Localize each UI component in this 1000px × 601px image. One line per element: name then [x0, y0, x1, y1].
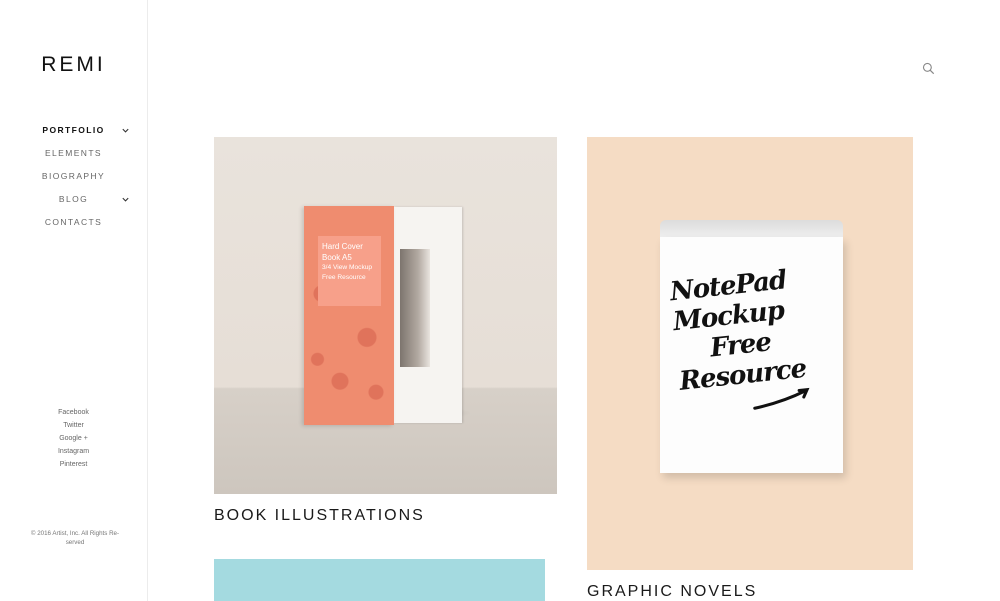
- sidebar: REMI PORTFOLIO ELEMENTS BIOGRAPHY BLOG C…: [0, 0, 148, 601]
- logo[interactable]: REMI: [0, 53, 147, 77]
- book-cover-label: Hard Cover Book A5 3/4 View Mockup Free …: [318, 236, 381, 306]
- book-cover-line: Book A5: [322, 253, 352, 262]
- arrow-doodle-icon: [753, 387, 810, 410]
- nav-item-portfolio[interactable]: PORTFOLIO: [0, 124, 147, 147]
- notepad-paper: NotePad Mockup Free Resource: [660, 237, 843, 473]
- nav-item-blog[interactable]: BLOG: [0, 193, 147, 216]
- nav-item-biography[interactable]: BIOGRAPHY: [0, 170, 147, 193]
- nav-item-elements[interactable]: ELEMENTS: [0, 147, 147, 170]
- portfolio-image-teal[interactable]: [214, 559, 545, 601]
- social-link-twitter[interactable]: Twitter: [0, 419, 147, 432]
- book-photo: [400, 249, 430, 367]
- book-cover-line: Free Resource: [322, 273, 366, 281]
- search-icon[interactable]: [922, 62, 935, 75]
- nav-item-label: BLOG: [58, 194, 89, 204]
- nav-item-contacts[interactable]: CONTACTS: [0, 216, 147, 239]
- nav-item-label: CONTACTS: [44, 217, 103, 227]
- book-cover-line: Hard Cover: [322, 242, 363, 251]
- book-cover: Hard Cover Book A5 3/4 View Mockup Free …: [304, 206, 394, 425]
- portfolio-caption-graphic-novels[interactable]: GRAPHIC NOVELS: [587, 583, 757, 601]
- portfolio-image-book[interactable]: Hard Cover Book A5 3/4 View Mockup Free …: [214, 137, 557, 494]
- social-links: Facebook Twitter Google + Instagram Pint…: [0, 406, 147, 471]
- portfolio-image-notepad[interactable]: NotePad Mockup Free Resource: [587, 137, 913, 570]
- social-link-facebook[interactable]: Facebook: [0, 406, 147, 419]
- book-cover-line: 3/4 View Mockup: [322, 264, 373, 271]
- main-nav: PORTFOLIO ELEMENTS BIOGRAPHY BLOG CONTAC…: [0, 124, 147, 239]
- chevron-down-icon[interactable]: [121, 126, 130, 135]
- social-link-instagram[interactable]: Instagram: [0, 445, 147, 458]
- copyright-text: © 2016 Artist, Inc. All Rights Re-served: [30, 530, 120, 546]
- nav-item-label: ELEMENTS: [44, 148, 103, 158]
- nav-item-label: PORTFOLIO: [42, 125, 105, 135]
- notepad-lettering: NotePad Mockup Free Resource: [669, 261, 839, 426]
- chevron-down-icon[interactable]: [121, 195, 130, 204]
- portfolio-caption-book-illustrations[interactable]: BOOK ILLUSTRATIONS: [214, 507, 425, 525]
- social-link-pinterest[interactable]: Pinterest: [0, 458, 147, 471]
- social-link-google-plus[interactable]: Google +: [0, 432, 147, 445]
- nav-item-label: BIOGRAPHY: [41, 171, 106, 181]
- book-cover-text: Hard Cover Book A5 3/4 View Mockup Free …: [322, 242, 380, 282]
